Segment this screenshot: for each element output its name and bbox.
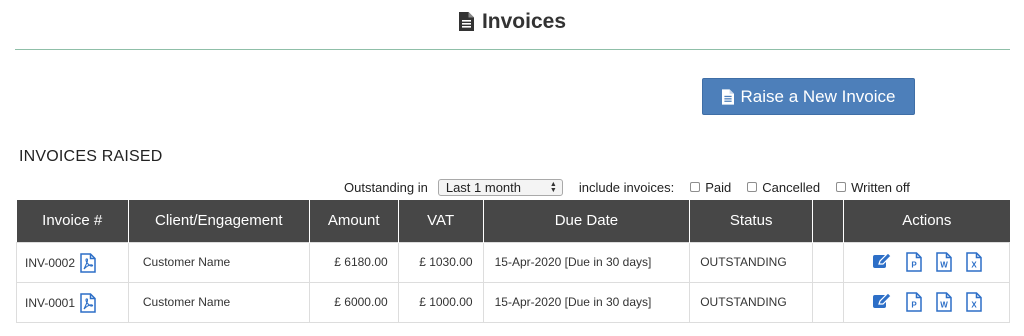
pdf-icon[interactable] [80,293,96,313]
edit-icon[interactable] [872,252,892,272]
period-select-value: Last 1 month [445,179,521,195]
col-invoice-number[interactable]: Invoice # [16,200,129,242]
ppt-icon-letter: P [911,301,917,310]
paid-checkbox[interactable] [690,182,701,192]
cancelled-checkbox[interactable] [747,182,758,192]
invoice-cell: INV-0002 [16,241,129,283]
cancelled-checkbox-item[interactable]: Cancelled [747,180,820,195]
excel-icon-letter: X [971,261,977,270]
col-actions: Actions [843,200,1010,242]
excel-icon[interactable]: X [965,292,982,312]
table-row: INV-0002 Customer Name £ 6180.00 £ 1030.… [16,241,1010,283]
period-select[interactable]: Last 1 month ▲ ▼ [437,178,563,196]
ppt-icon[interactable]: P [905,252,922,272]
word-icon[interactable]: W [935,252,952,272]
spacer-cell [812,241,845,283]
col-status[interactable]: Status [689,200,813,242]
vat-cell: £ 1000.00 [397,281,484,323]
written-off-checkbox-label: Written off [851,179,910,195]
file-icon [721,88,734,105]
excel-icon[interactable]: X [965,252,982,272]
page-title-wrap: Invoices [458,9,567,34]
select-arrows-icon: ▲ ▼ [549,180,557,194]
ppt-icon-letter: P [911,261,917,270]
paid-checkbox-label: Paid [705,179,732,195]
col-client-engagement[interactable]: Client/Engagement [127,200,310,242]
actions-cell: P W X [843,281,1010,323]
cancelled-checkbox-label: Cancelled [762,179,821,195]
word-icon-letter: W [940,261,948,270]
invoice-number: INV-0001 [25,296,76,310]
paid-checkbox-item[interactable]: Paid [690,180,731,195]
due-date-cell: 15-Apr-2020 [Due in 30 days] [482,241,691,283]
table-header-row: Invoice # Client/Engagement Amount VAT D… [16,200,1010,242]
include-label: include invoices: [578,179,675,195]
raise-button-label: Raise a New Invoice [740,86,896,106]
word-icon[interactable]: W [935,292,952,312]
excel-icon-letter: X [971,301,977,310]
actions-cell: P W X [843,241,1010,283]
status-cell: OUTSTANDING [689,281,814,323]
written-off-checkbox-item[interactable]: Written off [836,180,910,195]
vat-cell: £ 1030.00 [397,241,484,283]
page-title: Invoices [481,9,567,33]
pdf-icon[interactable] [80,253,96,273]
edit-icon[interactable] [872,292,892,312]
table-row: INV-0001 Customer Name £ 6000.00 £ 1000.… [16,281,1010,323]
due-date-cell: 15-Apr-2020 [Due in 30 days] [482,281,691,323]
section-heading: INVOICES RAISED [19,148,163,165]
ppt-icon[interactable]: P [905,292,922,312]
status-cell: OUTSTANDING [689,241,814,283]
filter-bar: Outstanding in Last 1 month ▲ ▼ include i… [344,178,910,196]
word-icon-letter: W [940,301,948,310]
invoice-cell: INV-0001 [16,281,129,323]
invoice-number: INV-0002 [25,256,76,270]
col-amount[interactable]: Amount [308,200,399,242]
client-cell: Customer Name [127,281,310,323]
col-due-date[interactable]: Due Date [482,200,690,242]
raise-new-invoice-button[interactable]: Raise a New Invoice [702,78,915,115]
page-header: Invoices [15,0,1010,50]
written-off-checkbox[interactable] [836,182,847,192]
amount-cell: £ 6000.00 [308,281,399,323]
invoices-table: Invoice # Client/Engagement Amount VAT D… [16,200,1010,323]
amount-cell: £ 6180.00 [308,241,399,283]
spacer-cell [812,281,845,323]
outstanding-label: Outstanding in [344,179,428,195]
client-cell: Customer Name [127,241,310,283]
col-spacer [812,200,844,242]
file-icon [458,12,474,31]
col-vat[interactable]: VAT [397,200,484,242]
